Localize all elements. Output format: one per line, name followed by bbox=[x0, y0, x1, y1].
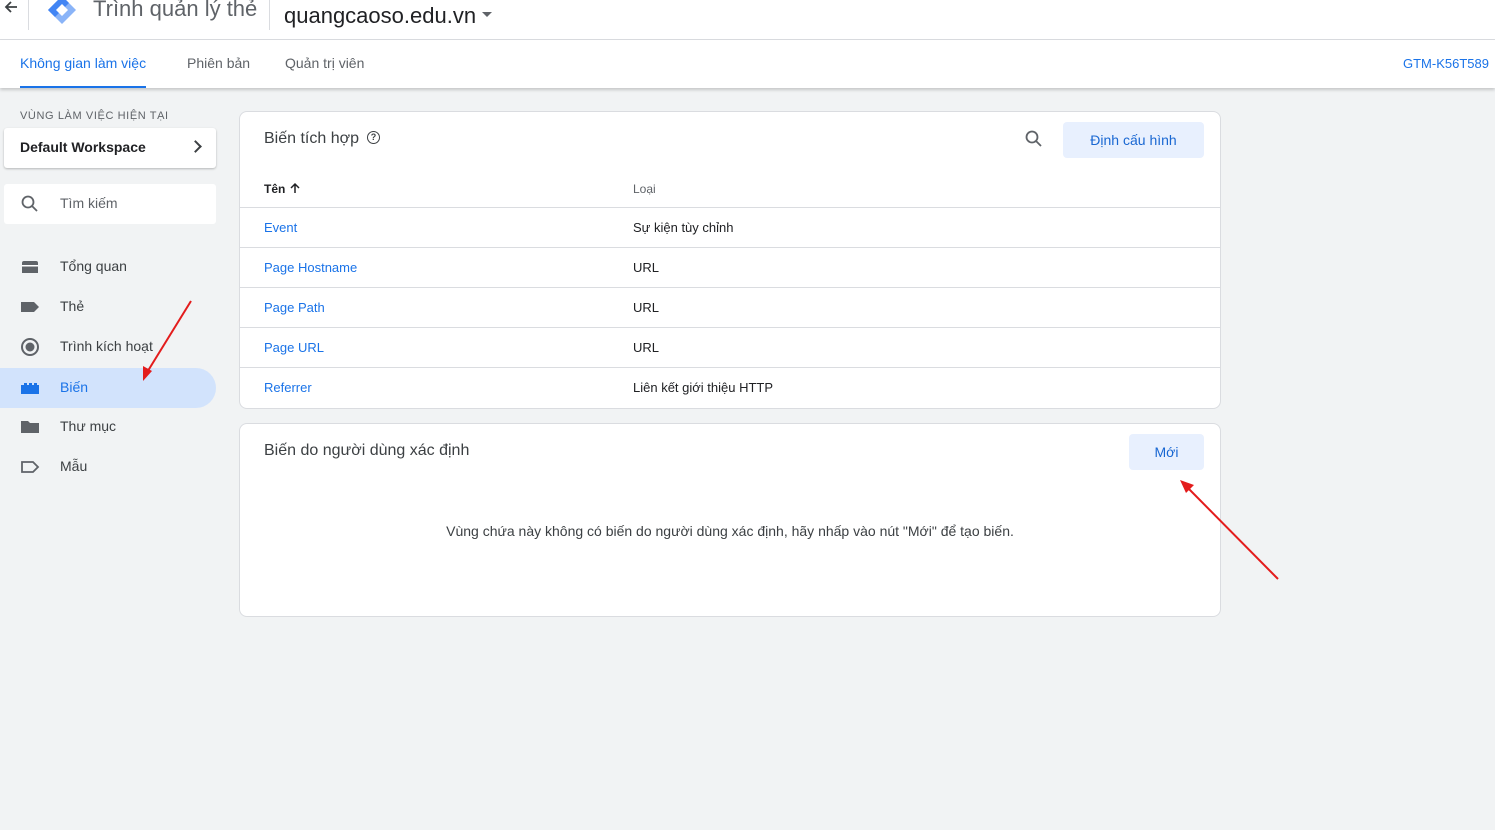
user-defined-variables-title: Biến do người dùng xác định bbox=[264, 442, 470, 459]
tab-admin[interactable]: Quản trị viên bbox=[285, 40, 364, 88]
tab-bar: Không gian làm việc Phiên bản Quản trị v… bbox=[0, 40, 1495, 88]
table-row: Page URL URL bbox=[240, 327, 1220, 367]
variable-name-link[interactable]: Event bbox=[264, 220, 297, 235]
variable-name-link[interactable]: Page URL bbox=[264, 340, 324, 355]
sidebar-item-label: Tổng quan bbox=[60, 258, 127, 274]
sidebar-item-label: Mẫu bbox=[60, 458, 88, 474]
back-arrow-icon[interactable] bbox=[4, 0, 22, 18]
column-header-type: Loại bbox=[633, 182, 656, 196]
chevron-right-icon bbox=[189, 140, 202, 153]
variable-type: URL bbox=[633, 340, 660, 355]
user-defined-variables-card: Biến do người dùng xác định Mới Vùng chứ… bbox=[239, 423, 1221, 617]
container-id-link[interactable]: GTM-K56T589 bbox=[1403, 56, 1495, 71]
sidebar-item-triggers[interactable]: Trình kích hoạt bbox=[0, 327, 216, 367]
variable-icon bbox=[20, 380, 40, 396]
trigger-icon bbox=[20, 338, 40, 356]
search-icon[interactable] bbox=[1024, 129, 1044, 154]
workspace-name: Default Workspace bbox=[20, 139, 146, 155]
help-icon[interactable]: ? bbox=[367, 131, 380, 145]
variable-name-link[interactable]: Page Path bbox=[264, 300, 325, 315]
table-row: Page Hostname URL bbox=[240, 247, 1220, 287]
folder-icon bbox=[20, 419, 40, 435]
workspace-selector[interactable]: Default Workspace bbox=[4, 128, 216, 168]
account-name: quangcaoso.edu.vn bbox=[284, 3, 477, 28]
tag-icon bbox=[20, 299, 40, 315]
tab-workspace[interactable]: Không gian làm việc bbox=[20, 40, 147, 88]
sidebar-item-label: Biến bbox=[60, 379, 89, 395]
caret-down-icon bbox=[482, 11, 493, 17]
empty-state-message: Vùng chứa này không có biến do người dùn… bbox=[446, 523, 1014, 539]
variable-name-link[interactable]: Referrer bbox=[264, 380, 312, 395]
variable-type: Sự kiện tùy chỉnh bbox=[633, 220, 734, 235]
sidebar-item-folders[interactable]: Thư mục bbox=[0, 407, 216, 447]
variable-type: URL bbox=[633, 260, 660, 275]
search-placeholder: Tìm kiếm bbox=[60, 195, 118, 211]
sidebar-item-label: Thư mục bbox=[60, 418, 117, 434]
sidebar-item-label: Trình kích hoạt bbox=[60, 338, 153, 354]
sidebar-item-overview[interactable]: Tổng quan bbox=[0, 247, 216, 287]
sidebar-item-label: Thẻ bbox=[60, 298, 85, 314]
divider bbox=[28, 0, 29, 30]
sidebar-item-tags[interactable]: Thẻ bbox=[0, 287, 216, 327]
app-title: Trình quản lý thẻ bbox=[93, 0, 258, 21]
configure-button[interactable]: Định cấu hình bbox=[1063, 122, 1204, 158]
sidebar-search[interactable]: Tìm kiếm bbox=[4, 184, 216, 224]
search-icon bbox=[20, 194, 40, 219]
divider bbox=[269, 0, 270, 30]
builtin-variables-card: Biến tích hợp? Định cấu hình Tên Loại Ev… bbox=[239, 111, 1221, 409]
table-row: Referrer Liên kết giới thiệu HTTP bbox=[240, 367, 1220, 407]
account-selector[interactable]: quangcaoso.edu.vn bbox=[284, 3, 493, 29]
workspace-section-label: VÙNG LÀM VIỆC HIỆN TẠI bbox=[20, 110, 169, 122]
template-icon bbox=[20, 459, 40, 475]
variable-type: Liên kết giới thiệu HTTP bbox=[633, 380, 774, 395]
table-row: Event Sự kiện tùy chỉnh bbox=[240, 207, 1220, 247]
overview-icon bbox=[20, 259, 40, 275]
table-row: Page Path URL bbox=[240, 287, 1220, 327]
tab-versions[interactable]: Phiên bản bbox=[187, 40, 250, 88]
variable-type: URL bbox=[633, 300, 660, 315]
builtin-variables-title: Biến tích hợp? bbox=[264, 130, 380, 148]
sidebar-item-variables[interactable]: Biến bbox=[0, 368, 216, 408]
sort-ascending-icon bbox=[290, 182, 300, 193]
column-header-name[interactable]: Tên bbox=[264, 182, 301, 196]
column-header-label: Tên bbox=[264, 182, 286, 196]
sidebar-item-templates[interactable]: Mẫu bbox=[0, 447, 216, 487]
top-app-bar: Trình quản lý thẻ quangcaoso.edu.vn bbox=[0, 0, 1495, 40]
variable-name-link[interactable]: Page Hostname bbox=[264, 260, 357, 275]
new-variable-button[interactable]: Mới bbox=[1129, 434, 1204, 470]
card-title-text: Biến tích hợp bbox=[264, 130, 359, 147]
gtm-logo-icon bbox=[46, 0, 78, 26]
